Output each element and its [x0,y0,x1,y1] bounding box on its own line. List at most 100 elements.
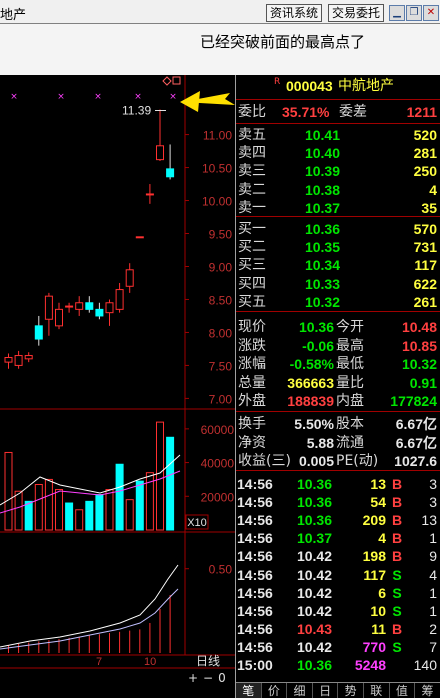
restore-icon[interactable]: ❐ [406,5,422,21]
bid-row[interactable]: 买五 10.32 261 [236,293,440,311]
tick-time: 14:56 [237,602,273,619]
tick-side: S [392,566,402,583]
event-marker: × [10,92,18,102]
view-tab-bar: 笔价细日势联值筹 [236,682,440,698]
tick-volume: 54 [370,494,386,511]
ask-row[interactable]: 卖二 10.38 4 [236,181,440,199]
tick-volume: 10 [370,602,386,619]
candle [105,299,114,326]
tick-side: S [392,602,402,619]
stats-value: 1027.6 [394,453,437,469]
tick-row: 14:56 10.42 6 S 1 [236,584,440,602]
tick-volume: 5248 [354,657,386,673]
volume-tick-label: 20000 [201,490,235,504]
event-marker: × [57,92,65,102]
bid-row[interactable]: 买四 10.33 622 [236,275,440,293]
volume-bar [85,500,94,531]
volume-bar [24,500,33,531]
tab-6[interactable]: 值 [390,683,416,698]
candle-body [105,302,114,314]
candle [156,109,164,161]
ask-price: 10.37 [304,199,340,216]
zoom-control-2[interactable]: 0 [218,671,226,685]
volume-bar [34,483,43,531]
tick-time: 14:56 [237,584,273,601]
kline-chart-panel[interactable]: 11.00 10.50 10.00 9.50 9.00 8.50 8.00 7.50 7.00 ×… [0,75,235,698]
tick-side: B [391,548,403,565]
quote-row: 涨幅 -0.58% 最低 10.32 [238,356,437,373]
zoom-control-0[interactable]: + [188,671,198,685]
close-icon[interactable]: ✕ [423,5,439,21]
tab-4[interactable]: 势 [338,683,364,698]
quote-value: 10.48 [401,319,437,335]
ask-price: 10.41 [304,127,340,143]
info-mine-icon[interactable] [172,76,181,85]
ask-volume: 520 [413,127,437,143]
stats-row: 换手 5.50% 股本 6.67亿 [238,416,437,432]
zoom-control-1[interactable]: − [203,671,213,685]
ask-row[interactable]: 卖四 10.40 281 [236,144,440,162]
tick-time: 14:56 [237,566,273,583]
volume-bar [44,478,53,531]
candle-body [156,145,164,161]
tick-side: S [392,638,402,655]
candle [95,302,104,320]
bid-row[interactable]: 买一 10.36 570 [236,220,440,238]
tick-price: 10.36 [296,494,332,511]
ask-row[interactable]: 卖五 10.41 520 [236,126,440,144]
stock-header: R 000043 中航地产 [236,77,440,95]
candle [34,315,43,346]
stats-row: 收益(三) 0.005 PE(动) 1027.6 [238,453,437,469]
bid-row[interactable]: 买三 10.34 117 [236,256,440,274]
ask-row[interactable]: 卖一 10.37 35 [236,199,440,217]
quote-row: 涨跌 -0.06 最高 10.85 [238,337,437,354]
volume-bar [166,436,175,531]
candle-body [34,325,43,340]
ask-volume: 250 [413,163,437,180]
candle-body [65,305,74,308]
tick-price: 10.36 [296,657,332,673]
order-diff-value: 1211 [406,104,437,120]
tick-row: 14:56 10.37 4 B 1 [236,529,440,547]
period-label[interactable]: 日线 [196,654,220,668]
candle [125,263,134,293]
tick-price: 10.42 [296,548,332,565]
news-system-button[interactable]: 资讯系统 [266,4,323,22]
diamond-icon[interactable] [162,76,172,86]
tab-5[interactable]: 联 [364,683,390,698]
event-marker: × [169,92,177,102]
volume-bar [4,451,13,531]
candle [65,302,74,313]
tick-count: 1 [429,602,437,619]
candle [44,292,53,336]
price-tick-label: 11.00 [203,129,232,143]
candle-body [135,236,144,239]
ask-label: 卖二 [238,181,266,198]
tick-side: B [391,476,403,492]
stock-marker: R [274,77,281,87]
tab-2[interactable]: 细 [287,683,313,698]
minimize-icon[interactable]: ▁ [389,5,405,21]
tab-1[interactable]: 价 [262,683,288,698]
tick-volume: 117 [363,566,386,583]
bid-volume: 261 [413,293,437,310]
kline-chart[interactable]: 11.00 10.50 10.00 9.50 9.00 8.50 8.00 7.50 7.00 ×… [0,75,235,698]
bid-volume: 622 [413,275,437,292]
tab-3[interactable]: 日 [313,683,339,698]
tick-row: 14:56 10.42 10 S 1 [236,602,440,620]
quote-value: 10.85 [401,337,437,354]
price-tick-label: 8.50 [209,293,233,307]
trade-order-button[interactable]: 交易委托 [328,4,385,22]
tick-price: 10.36 [296,476,332,492]
quote-value: 177824 [390,393,437,410]
bid-price: 10.36 [304,221,340,237]
bid-row[interactable]: 买二 10.35 731 [236,238,440,256]
tick-price: 10.42 [296,638,332,655]
ask-row[interactable]: 卖三 10.39 250 [236,162,440,180]
title-bar: 地产 资讯系统 交易委托 ▁ ❐ ✕ [0,0,440,24]
tab-7[interactable]: 筹 [415,683,440,698]
bid-label: 买四 [238,275,266,292]
ask-label: 卖一 [238,199,266,216]
candle-body [4,357,13,363]
tab-0[interactable]: 笔 [236,683,262,698]
